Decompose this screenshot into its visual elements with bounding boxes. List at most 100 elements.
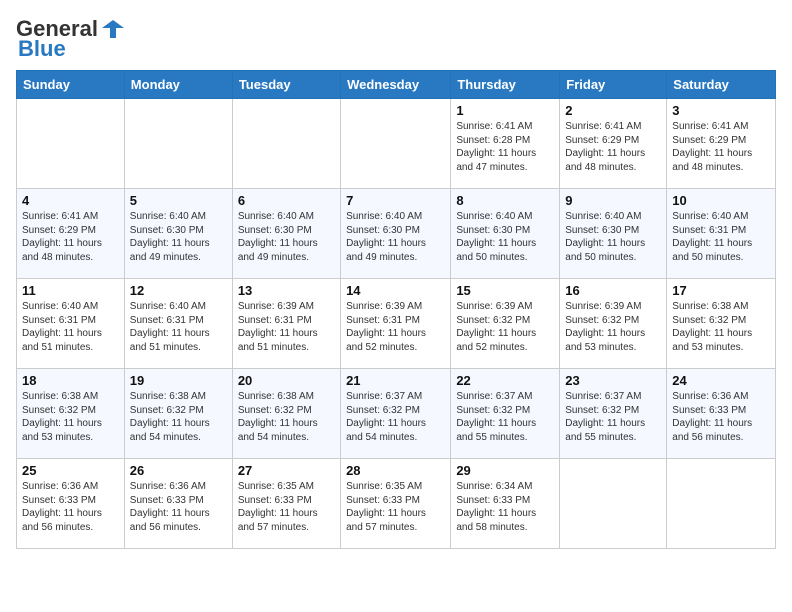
header-day-friday: Friday — [560, 71, 667, 99]
day-info: Sunrise: 6:37 AM Sunset: 6:32 PM Dayligh… — [346, 390, 445, 444]
day-number: 3 — [672, 103, 770, 118]
header-day-monday: Monday — [124, 71, 232, 99]
day-number: 26 — [130, 463, 227, 478]
calendar-week-3: 11 Sunrise: 6:40 AM Sunset: 6:31 PM Dayli… — [17, 279, 776, 369]
day-info: Sunrise: 6:35 AM Sunset: 6:33 PM Dayligh… — [346, 480, 445, 534]
day-number: 9 — [565, 193, 661, 208]
calendar-table: SundayMondayTuesdayWednesdayThursdayFrid… — [16, 70, 776, 549]
day-number: 29 — [456, 463, 554, 478]
day-info: Sunrise: 6:40 AM Sunset: 6:30 PM Dayligh… — [346, 210, 445, 264]
calendar-cell: 25Sunrise: 6:36 AM Sunset: 6:33 PM Dayli… — [17, 459, 125, 549]
calendar-cell: 23 Sunrise: 6:37 AM Sunset: 6:32 PM Dayli… — [560, 369, 667, 459]
header-day-thursday: Thursday — [451, 71, 560, 99]
calendar-cell: 24 Sunrise: 6:36 AM Sunset: 6:33 PM Dayli… — [667, 369, 776, 459]
day-number: 24 — [672, 373, 770, 388]
calendar-cell: 13 Sunrise: 6:39 AM Sunset: 6:31 PM Dayli… — [232, 279, 340, 369]
calendar-week-4: 18 Sunrise: 6:38 AM Sunset: 6:32 PM Dayli… — [17, 369, 776, 459]
day-info: Sunrise: 6:40 AM Sunset: 6:31 PM Dayligh… — [130, 300, 227, 354]
day-info: Sunrise: 6:39 AM Sunset: 6:31 PM Dayligh… — [346, 300, 445, 354]
header-day-tuesday: Tuesday — [232, 71, 340, 99]
day-info: Sunrise: 6:41 AM Sunset: 6:29 PM Dayligh… — [672, 120, 770, 174]
day-info: Sunrise: 6:37 AM Sunset: 6:32 PM Dayligh… — [456, 390, 554, 444]
calendar-cell: 3 Sunrise: 6:41 AM Sunset: 6:29 PM Daylig… — [667, 99, 776, 189]
calendar-cell: 28 Sunrise: 6:35 AM Sunset: 6:33 PM Dayli… — [341, 459, 451, 549]
day-number: 1 — [456, 103, 554, 118]
calendar-week-2: 4Sunrise: 6:41 AM Sunset: 6:29 PM Daylig… — [17, 189, 776, 279]
day-number: 20 — [238, 373, 335, 388]
day-number: 10 — [672, 193, 770, 208]
day-info: Sunrise: 6:40 AM Sunset: 6:30 PM Dayligh… — [238, 210, 335, 264]
day-number: 2 — [565, 103, 661, 118]
day-info: Sunrise: 6:38 AM Sunset: 6:32 PM Dayligh… — [672, 300, 770, 354]
calendar-week-5: 25Sunrise: 6:36 AM Sunset: 6:33 PM Dayli… — [17, 459, 776, 549]
calendar-cell: 12 Sunrise: 6:40 AM Sunset: 6:31 PM Dayli… — [124, 279, 232, 369]
calendar-cell: 7 Sunrise: 6:40 AM Sunset: 6:30 PM Daylig… — [341, 189, 451, 279]
calendar-cell: 15Sunrise: 6:39 AM Sunset: 6:32 PM Dayli… — [451, 279, 560, 369]
day-number: 16 — [565, 283, 661, 298]
day-info: Sunrise: 6:38 AM Sunset: 6:32 PM Dayligh… — [238, 390, 335, 444]
calendar-cell: 17Sunrise: 6:38 AM Sunset: 6:32 PM Dayli… — [667, 279, 776, 369]
calendar-cell — [17, 99, 125, 189]
header-day-wednesday: Wednesday — [341, 71, 451, 99]
calendar-cell: 21 Sunrise: 6:37 AM Sunset: 6:32 PM Dayli… — [341, 369, 451, 459]
day-number: 12 — [130, 283, 227, 298]
day-info: Sunrise: 6:39 AM Sunset: 6:31 PM Dayligh… — [238, 300, 335, 354]
day-number: 11 — [22, 283, 119, 298]
calendar-cell: 18 Sunrise: 6:38 AM Sunset: 6:32 PM Dayli… — [17, 369, 125, 459]
calendar-cell: 5Sunrise: 6:40 AM Sunset: 6:30 PM Daylig… — [124, 189, 232, 279]
day-number: 21 — [346, 373, 445, 388]
calendar-cell: 6 Sunrise: 6:40 AM Sunset: 6:30 PM Daylig… — [232, 189, 340, 279]
calendar-cell: 10Sunrise: 6:40 AM Sunset: 6:31 PM Dayli… — [667, 189, 776, 279]
day-info: Sunrise: 6:36 AM Sunset: 6:33 PM Dayligh… — [22, 480, 119, 534]
calendar-cell — [124, 99, 232, 189]
calendar-cell — [341, 99, 451, 189]
logo-blue-text: Blue — [18, 36, 66, 62]
calendar-cell — [232, 99, 340, 189]
day-info: Sunrise: 6:35 AM Sunset: 6:33 PM Dayligh… — [238, 480, 335, 534]
logo: General Blue — [16, 16, 124, 62]
day-number: 22 — [456, 373, 554, 388]
calendar-cell — [560, 459, 667, 549]
day-number: 13 — [238, 283, 335, 298]
day-info: Sunrise: 6:40 AM Sunset: 6:30 PM Dayligh… — [565, 210, 661, 264]
day-number: 14 — [346, 283, 445, 298]
day-info: Sunrise: 6:36 AM Sunset: 6:33 PM Dayligh… — [672, 390, 770, 444]
calendar-header-row: SundayMondayTuesdayWednesdayThursdayFrid… — [17, 71, 776, 99]
calendar-cell: 16 Sunrise: 6:39 AM Sunset: 6:32 PM Dayli… — [560, 279, 667, 369]
header-day-saturday: Saturday — [667, 71, 776, 99]
day-info: Sunrise: 6:37 AM Sunset: 6:32 PM Dayligh… — [565, 390, 661, 444]
calendar-cell: 2 Sunrise: 6:41 AM Sunset: 6:29 PM Daylig… — [560, 99, 667, 189]
calendar-cell — [667, 459, 776, 549]
day-info: Sunrise: 6:36 AM Sunset: 6:33 PM Dayligh… — [130, 480, 227, 534]
day-number: 23 — [565, 373, 661, 388]
calendar-cell: 27 Sunrise: 6:35 AM Sunset: 6:33 PM Dayli… — [232, 459, 340, 549]
day-info: Sunrise: 6:38 AM Sunset: 6:32 PM Dayligh… — [22, 390, 119, 444]
day-info: Sunrise: 6:40 AM Sunset: 6:31 PM Dayligh… — [22, 300, 119, 354]
day-number: 28 — [346, 463, 445, 478]
day-info: Sunrise: 6:39 AM Sunset: 6:32 PM Dayligh… — [456, 300, 554, 354]
day-info: Sunrise: 6:40 AM Sunset: 6:30 PM Dayligh… — [456, 210, 554, 264]
calendar-cell: 29 Sunrise: 6:34 AM Sunset: 6:33 PM Dayli… — [451, 459, 560, 549]
day-number: 27 — [238, 463, 335, 478]
calendar-cell: 8 Sunrise: 6:40 AM Sunset: 6:30 PM Daylig… — [451, 189, 560, 279]
day-info: Sunrise: 6:34 AM Sunset: 6:33 PM Dayligh… — [456, 480, 554, 534]
day-info: Sunrise: 6:41 AM Sunset: 6:29 PM Dayligh… — [565, 120, 661, 174]
day-number: 5 — [130, 193, 227, 208]
day-info: Sunrise: 6:41 AM Sunset: 6:28 PM Dayligh… — [456, 120, 554, 174]
calendar-cell: 1 Sunrise: 6:41 AM Sunset: 6:28 PM Daylig… — [451, 99, 560, 189]
calendar-week-1: 1 Sunrise: 6:41 AM Sunset: 6:28 PM Daylig… — [17, 99, 776, 189]
day-number: 18 — [22, 373, 119, 388]
header-day-sunday: Sunday — [17, 71, 125, 99]
calendar-cell: 19Sunrise: 6:38 AM Sunset: 6:32 PM Dayli… — [124, 369, 232, 459]
day-number: 6 — [238, 193, 335, 208]
logo-bird-icon — [102, 18, 124, 40]
calendar-cell: 14 Sunrise: 6:39 AM Sunset: 6:31 PM Dayli… — [341, 279, 451, 369]
day-info: Sunrise: 6:39 AM Sunset: 6:32 PM Dayligh… — [565, 300, 661, 354]
day-info: Sunrise: 6:38 AM Sunset: 6:32 PM Dayligh… — [130, 390, 227, 444]
day-number: 8 — [456, 193, 554, 208]
page-header: General Blue — [16, 16, 776, 62]
day-number: 7 — [346, 193, 445, 208]
calendar-cell: 26 Sunrise: 6:36 AM Sunset: 6:33 PM Dayli… — [124, 459, 232, 549]
calendar-cell: 22 Sunrise: 6:37 AM Sunset: 6:32 PM Dayli… — [451, 369, 560, 459]
calendar-cell: 11 Sunrise: 6:40 AM Sunset: 6:31 PM Dayli… — [17, 279, 125, 369]
